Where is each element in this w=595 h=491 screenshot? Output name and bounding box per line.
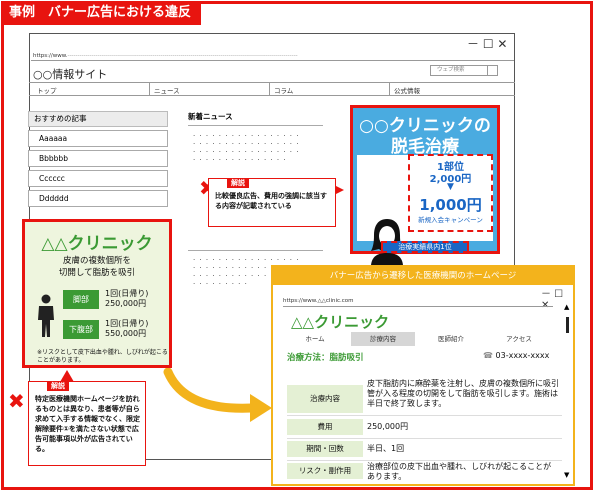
price-line: 1回(日帰り): [105, 289, 149, 298]
scroll-down-icon[interactable]: ▼: [564, 471, 569, 479]
recommended-item[interactable]: Dddddd: [28, 190, 168, 207]
scroll-thumb[interactable]: [566, 317, 569, 333]
recommended-heading: おすすめの記事: [28, 111, 168, 127]
scrollbar[interactable]: ▲ ▼: [564, 303, 571, 487]
row-value: 250,000円: [367, 422, 409, 431]
risk-note: ※リスクとして皮下出血や腫れ、しびれが起こることがあります。: [37, 349, 168, 364]
news-heading: 新着ニュース: [188, 112, 233, 121]
window-title: バナー広告から遷移した医療機関のホームページ: [273, 267, 573, 285]
price-line: 550,000円: [105, 329, 147, 338]
news-placeholder-text: · · · · · · · · · · · · · · · · · · · · ·…: [193, 132, 300, 164]
achievement-badge: 治療実績県内1位: [381, 241, 469, 253]
nav-news[interactable]: ニュース: [154, 85, 180, 95]
row-value: 半日、1回: [367, 444, 405, 453]
transition-arrow-icon: [163, 368, 272, 422]
discount-price: 1,000円: [419, 196, 482, 214]
nav-column[interactable]: コラム: [274, 85, 293, 95]
price-line: 250,000円: [105, 299, 147, 308]
nav-official[interactable]: 公式情報: [394, 85, 420, 95]
divider: [287, 438, 562, 439]
option-price: 1回(日帰り) 250,000円: [105, 289, 148, 309]
explanation-callout: 解説 特定医療機関ホームページを訪れるものとは異なり、患者等が自ら求めて入手する…: [28, 381, 146, 466]
explanation-text: 比較優良広告、費用の強調に該当する内容が記載されている: [215, 192, 327, 210]
phone-text: 03-xxxx-xxxx: [495, 351, 550, 360]
address-bar[interactable]: https://www.△△clinic.com: [283, 297, 553, 307]
explanation-callout: 解説 比較優良広告、費用の強調に該当する内容が記載されている: [208, 178, 336, 227]
site-name: ○○情報サイト: [33, 68, 108, 81]
row-value: 皮下脂肪内に麻酔薬を注射し、皮膚の複数個所に吸引管が入る程度の切開をして脂肪を吸…: [367, 379, 559, 408]
clinic-nav: ホーム 診療内容 医師紹介 アクセス: [283, 332, 558, 346]
recommended-item[interactable]: Aaaaaa: [28, 130, 168, 147]
nav-top[interactable]: トップ: [37, 85, 57, 95]
divider: [287, 460, 562, 461]
search-icon[interactable]: [487, 65, 498, 76]
price-highlight: 1部位 2,000円 ▼ 1,000円 新規入会キャンペーン: [408, 154, 493, 232]
banner-subtitle: 皮膚の複数個所を: [62, 256, 131, 266]
banner-title: △△クリニック: [41, 234, 153, 254]
nav-access[interactable]: アクセス: [487, 332, 551, 346]
option-button-legs[interactable]: 脚部: [63, 290, 99, 309]
row-label: 治療内容: [287, 385, 363, 413]
price-line: 1回(日帰り): [105, 319, 149, 328]
explanation-badge: 解説: [227, 178, 249, 188]
nav-doctors[interactable]: 医師紹介: [419, 332, 483, 346]
scroll-up-icon[interactable]: ▲: [564, 303, 569, 311]
case-title: 事例 バナー広告における違反: [1, 1, 201, 25]
address-url: https://www.: [33, 53, 68, 59]
phone-number[interactable]: ☎ 03-xxxx-xxxx: [483, 351, 549, 360]
search-placeholder: ウェブ検索: [437, 67, 465, 73]
nav-treatment[interactable]: 診療内容: [351, 332, 415, 346]
divider: [188, 250, 323, 251]
row-label: リスク・副作用: [287, 463, 363, 479]
row-label: 費用: [287, 419, 363, 435]
clinic-homepage-window: バナー広告から遷移した医療機関のホームページ － ☐ ✕ https://www…: [271, 265, 575, 486]
row-value: 治療部位の皮下出血や腫れ、しびれが起こることがあります。: [367, 462, 552, 481]
nav-home[interactable]: ホーム: [283, 332, 347, 346]
treatment-method: 治療方法：脂肪吸引: [287, 353, 364, 363]
explanation-badge: 解説: [47, 381, 69, 391]
recommended-item[interactable]: Cccccc: [28, 170, 168, 187]
divider: [188, 125, 323, 126]
option-button-lower-abdomen[interactable]: 下腹部: [63, 320, 99, 339]
clinic-logo[interactable]: △△クリニック: [291, 311, 389, 332]
divider: [287, 415, 562, 416]
body-silhouette-icon: [38, 294, 54, 337]
liposuction-banner-ad[interactable]: △△クリニック 皮膚の複数個所を 切開して脂肪を吸引 脚部 1回(日帰り) 250…: [22, 219, 172, 368]
arrow-down-icon: ▼: [447, 182, 454, 192]
campaign-text: 新規入会キャンペーン: [418, 216, 483, 224]
phone-icon: ☎: [483, 351, 496, 360]
option-price: 1回(日帰り) 550,000円: [105, 319, 148, 339]
address-bar[interactable]: https://www.----------------------------…: [31, 52, 514, 61]
banner-subtitle: 切開して脂肪を吸引: [58, 268, 136, 278]
hair-removal-banner-ad[interactable]: ○○クリニックの 脱毛治療 1部位 2,000円 ▼ 1,000円 新規入会キャ…: [350, 105, 500, 265]
explanation-text: 特定医療機関ホームページを訪れるものとは異なり、患者等が自ら求めて入手する情報で…: [35, 395, 140, 453]
site-nav: トップ ニュース コラム 公式情報: [29, 82, 515, 96]
search-input[interactable]: ウェブ検索: [430, 65, 498, 76]
window-controls[interactable]: － ☐ ✕: [467, 35, 507, 52]
violation-x-icon: ✖: [8, 389, 25, 413]
recommended-item[interactable]: Bbbbbb: [28, 150, 168, 167]
row-label: 期間・回数: [287, 441, 363, 457]
